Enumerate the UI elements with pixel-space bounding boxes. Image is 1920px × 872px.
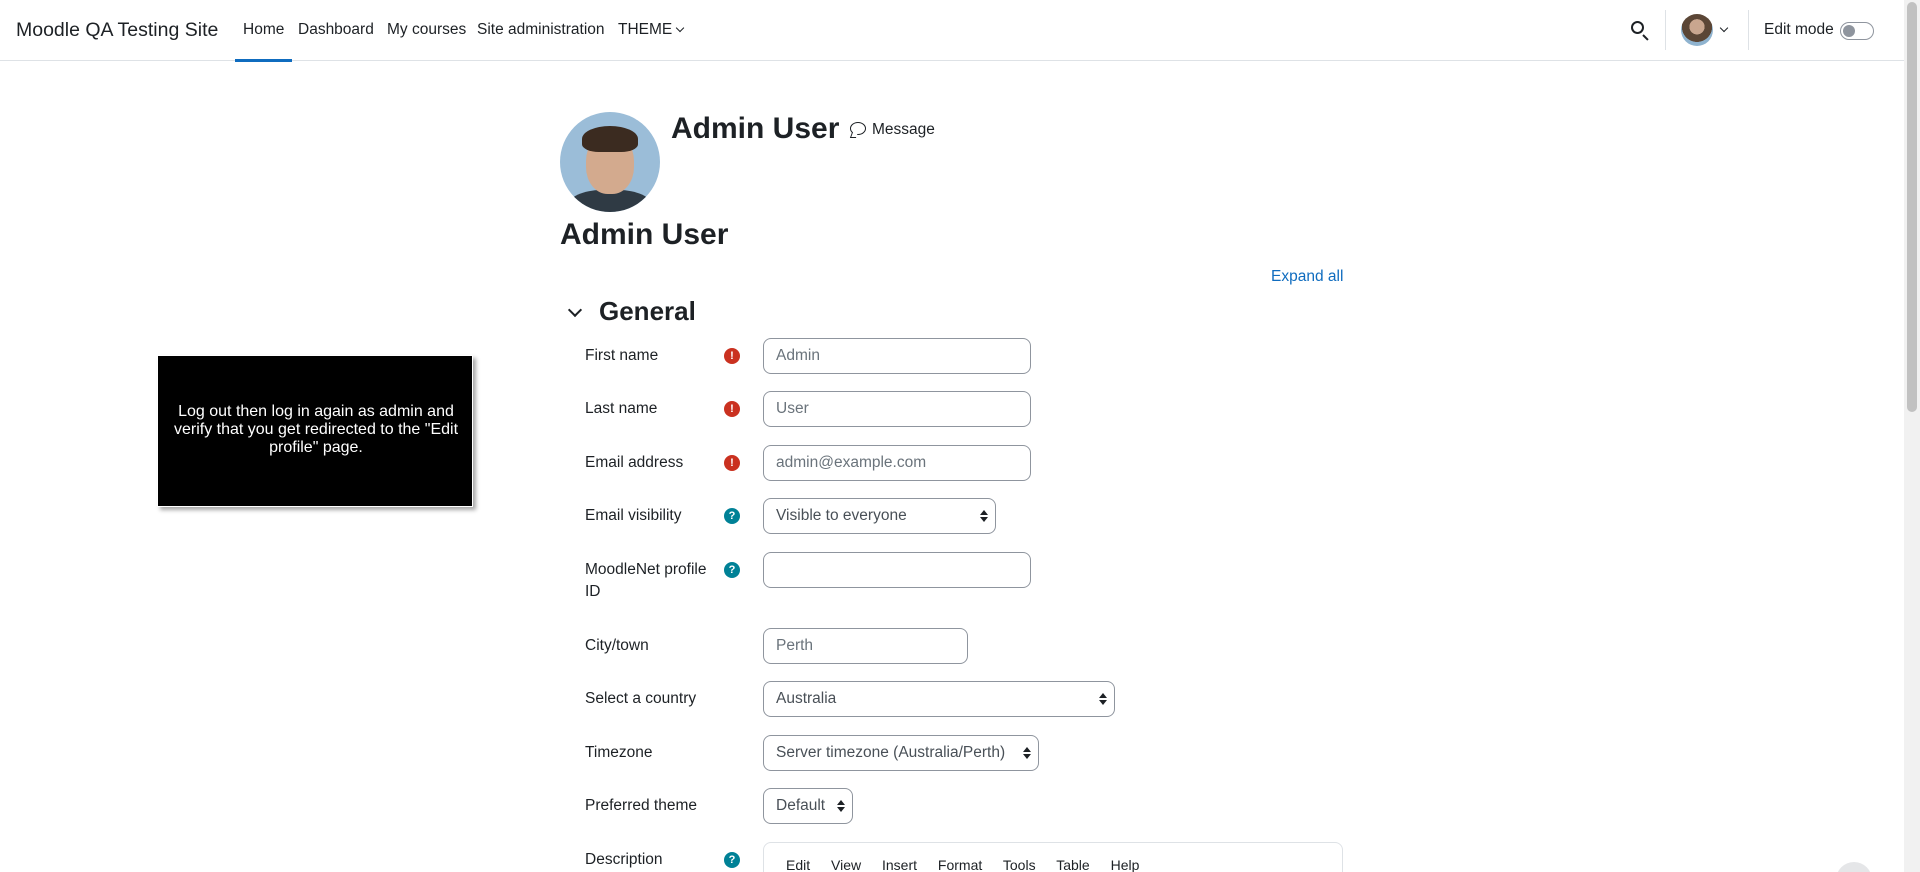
- first-name-field[interactable]: Admin: [763, 338, 1031, 374]
- first-name-label: First name: [585, 347, 659, 364]
- nav-theme-menu[interactable]: THEME: [618, 21, 685, 39]
- moodlenet-label-line2: ID: [585, 583, 601, 600]
- chevron-down-icon: [676, 23, 685, 33]
- top-navbar: Moodle QA Testing Site Home Dashboard My…: [0, 0, 1904, 62]
- timezone-label: Timezone: [585, 744, 653, 761]
- instruction-box: Log out then log in again as admin and v…: [157, 355, 473, 507]
- edit-mode-toggle[interactable]: [1840, 22, 1874, 40]
- editor-menubar: Edit View Insert Format Tools Table Help: [786, 857, 1156, 872]
- editor-menu-format[interactable]: Format: [938, 857, 982, 872]
- editor-menu-view[interactable]: View: [831, 857, 861, 872]
- timezone-select[interactable]: Server timezone (Australia/Perth): [763, 735, 1039, 771]
- toggle-knob: [1843, 25, 1855, 37]
- scrollbar-thumb[interactable]: [1907, 2, 1917, 412]
- message-label: Message: [872, 121, 935, 138]
- timezone-value: Server timezone (Australia/Perth): [776, 744, 1006, 761]
- instruction-text: Log out then log in again as admin and v…: [173, 403, 459, 456]
- editor-menu-help[interactable]: Help: [1111, 857, 1140, 872]
- email-visibility-value: Visible to everyone: [776, 507, 907, 524]
- help-icon[interactable]: ?: [724, 562, 740, 578]
- email-visibility-label: Email visibility: [585, 507, 682, 524]
- required-icon: !: [724, 455, 740, 471]
- help-icon[interactable]: ?: [724, 852, 740, 868]
- email-field[interactable]: admin@example.com: [763, 445, 1031, 481]
- email-address-label: Email address: [585, 454, 684, 471]
- chevron-down-icon[interactable]: [567, 302, 583, 318]
- editor-menu-insert[interactable]: Insert: [882, 857, 917, 872]
- last-name-field[interactable]: User: [763, 391, 1031, 427]
- section-title-general[interactable]: General: [599, 296, 696, 327]
- editor-menu-tools[interactable]: Tools: [1003, 857, 1036, 872]
- floating-action-button[interactable]: [1836, 862, 1872, 872]
- preferred-theme-label: Preferred theme: [585, 797, 697, 814]
- country-label: Select a country: [585, 690, 697, 707]
- editor-menu-table[interactable]: Table: [1056, 857, 1089, 872]
- page-scrollbar[interactable]: [1904, 0, 1920, 872]
- help-icon[interactable]: ?: [724, 508, 740, 524]
- message-button[interactable]: Message: [850, 121, 935, 139]
- moodlenet-profile-id-field[interactable]: [763, 552, 1031, 588]
- editor-menu-edit[interactable]: Edit: [786, 857, 810, 872]
- profile-header-name: Admin User: [671, 112, 840, 145]
- description-label: Description: [585, 851, 663, 868]
- city-town-label: City/town: [585, 637, 649, 654]
- email-visibility-select[interactable]: Visible to everyone: [763, 498, 996, 534]
- nav-theme-label: THEME: [618, 21, 673, 38]
- preferred-theme-select[interactable]: Default: [763, 788, 853, 824]
- search-icon[interactable]: [1630, 20, 1650, 41]
- required-icon: !: [724, 401, 740, 417]
- nav-my-courses[interactable]: My courses: [387, 21, 466, 39]
- nav-site-administration[interactable]: Site administration: [477, 21, 605, 39]
- required-icon: !: [724, 348, 740, 364]
- navbar-divider: [1665, 10, 1666, 50]
- profile-picture: [560, 112, 660, 212]
- expand-all-link[interactable]: Expand all: [1271, 268, 1343, 286]
- page-title: Admin User: [560, 218, 729, 251]
- edit-mode-label: Edit mode: [1764, 21, 1834, 38]
- site-brand[interactable]: Moodle QA Testing Site: [16, 19, 218, 42]
- message-icon: [850, 122, 866, 135]
- chevron-down-icon[interactable]: [1719, 23, 1729, 33]
- navbar-divider: [1748, 10, 1749, 50]
- user-avatar[interactable]: [1681, 14, 1713, 46]
- preferred-theme-value: Default: [776, 797, 826, 814]
- moodlenet-profile-label: MoodleNet profile ID: [585, 559, 706, 603]
- city-town-field[interactable]: Perth: [763, 628, 968, 664]
- country-value: Australia: [776, 690, 837, 707]
- last-name-label: Last name: [585, 400, 658, 417]
- nav-home[interactable]: Home: [234, 21, 293, 62]
- nav-dashboard[interactable]: Dashboard: [298, 21, 374, 39]
- description-editor[interactable]: Edit View Insert Format Tools Table Help: [763, 842, 1343, 872]
- moodlenet-label-line1: MoodleNet profile: [585, 561, 707, 578]
- country-select[interactable]: Australia: [763, 681, 1115, 717]
